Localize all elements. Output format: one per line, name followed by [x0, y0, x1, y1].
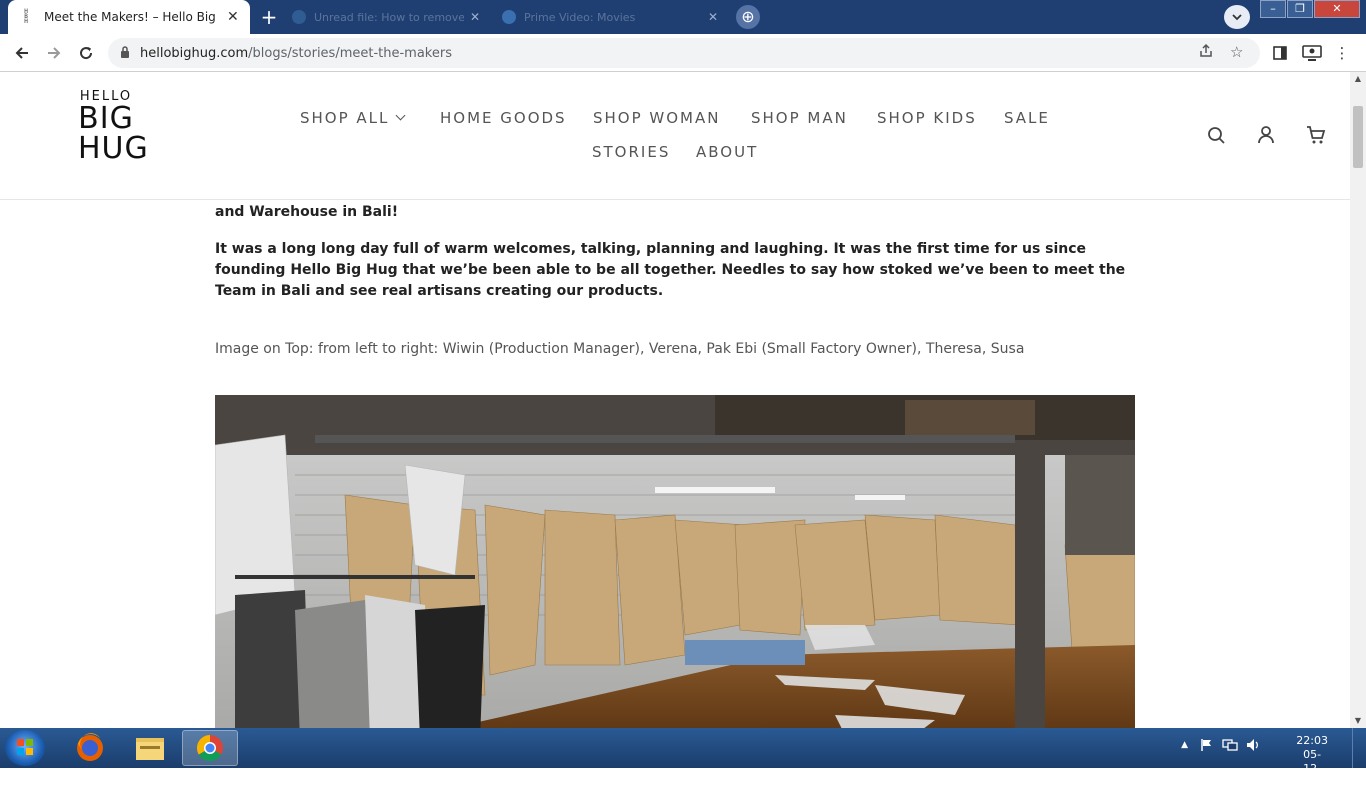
logo-line-3: HUG — [78, 131, 149, 166]
show-desktop-button[interactable] — [1352, 728, 1366, 768]
tab-favicon-icon — [292, 10, 306, 24]
nav-item-sale[interactable]: SALE — [1004, 109, 1050, 127]
cart-icon[interactable] — [1305, 124, 1329, 148]
share-icon[interactable] — [1198, 43, 1214, 63]
image-caption: Image on Top: from left to right: Wiwin … — [215, 341, 1025, 357]
tab-title: Unread file: How to remove fast... — [314, 10, 464, 24]
workshop-photo — [215, 395, 1135, 728]
account-icon[interactable] — [1255, 124, 1279, 148]
page-scrollbar[interactable]: ▲ ▼ — [1350, 72, 1366, 728]
clock-time: 22:03 — [1296, 734, 1328, 747]
tab-group-icon[interactable]: ⊕ — [736, 5, 760, 29]
nav-item-shop-woman[interactable]: SHOP WOMAN — [593, 109, 720, 127]
url-path: /blogs/stories/meet-the-makers — [248, 45, 452, 61]
scrollbar-thumb[interactable] — [1353, 106, 1363, 168]
nav-item-shop-all[interactable]: SHOP ALL — [300, 109, 406, 127]
tab-background-2[interactable]: Prime Video: Movies ✕ — [494, 4, 726, 30]
profile-icon[interactable] — [1300, 41, 1324, 65]
article-bold-line: and Warehouse in Bali! — [215, 204, 399, 220]
nav-item-about[interactable]: ABOUT — [696, 143, 758, 161]
volume-icon[interactable] — [1246, 738, 1262, 755]
url-text[interactable]: hellobighug.com/blogs/stories/meet-the-m… — [140, 46, 452, 61]
show-hidden-icons-icon[interactable]: ▲ — [1181, 740, 1188, 750]
site-header: HELLO BIG HUG SHOP ALL HOME GOODS SHOP W… — [0, 72, 1350, 200]
url-domain: hellobighug.com — [140, 45, 249, 61]
chevron-down-icon — [395, 110, 406, 121]
side-panel-icon[interactable] — [1268, 41, 1292, 65]
network-icon[interactable] — [1222, 738, 1238, 755]
nav-item-stories[interactable]: STORIES — [592, 143, 670, 161]
start-button[interactable] — [5, 730, 45, 766]
nav-item-shop-man[interactable]: SHOP MAN — [751, 109, 848, 127]
new-tab-button[interactable]: + — [256, 5, 282, 29]
reload-icon[interactable] — [74, 41, 98, 65]
close-window-button[interactable]: ✕ — [1314, 0, 1360, 18]
window-controls: – ❐ ✕ — [1259, 0, 1360, 18]
menu-kebab-icon[interactable]: ⋮ — [1330, 41, 1354, 65]
firefox-icon[interactable] — [62, 730, 118, 766]
site-logo[interactable]: HELLO BIG HUG — [78, 90, 149, 166]
forward-arrow-icon[interactable] — [42, 41, 66, 65]
chrome-icon[interactable] — [182, 730, 238, 766]
file-explorer-icon[interactable] — [122, 730, 178, 766]
close-tab-icon[interactable]: ✕ — [470, 10, 480, 24]
nav-label: SHOP ALL — [300, 109, 390, 127]
maximize-button[interactable]: ❐ — [1287, 0, 1313, 18]
close-tab-icon[interactable]: ✕ — [708, 10, 718, 24]
windows-logo-icon — [17, 739, 33, 755]
article-paragraph: It was a long long day full of warm welc… — [215, 241, 1126, 299]
site-favicon-icon: HBH — [24, 8, 28, 25]
close-tab-icon[interactable]: ✕ — [227, 9, 239, 25]
browser-tab-strip: HBH Meet the Makers! – Hello Big Hug ✕ +… — [0, 0, 1366, 34]
logo-line-2: BIG — [78, 101, 134, 136]
lock-icon[interactable] — [120, 45, 130, 61]
bookmark-star-icon[interactable]: ☆ — [1230, 43, 1243, 61]
tab-search-chevron-icon[interactable] — [1224, 5, 1250, 29]
tab-active[interactable]: HBH Meet the Makers! – Hello Big Hug ✕ — [8, 0, 250, 34]
tab-favicon-icon — [502, 10, 516, 24]
nav-item-home-goods[interactable]: HOME GOODS — [440, 109, 567, 127]
nav-item-shop-kids[interactable]: SHOP KIDS — [877, 109, 977, 127]
search-icon[interactable] — [1205, 124, 1229, 148]
windows-taskbar: ▲ 22:03 05-12-2022 — [0, 728, 1366, 789]
clock[interactable]: 22:03 05-12-2022 — [1296, 734, 1328, 790]
clock-date: 05-12-2022 — [1298, 748, 1327, 789]
minimize-button[interactable]: – — [1260, 0, 1286, 18]
action-center-flag-icon[interactable] — [1200, 738, 1214, 755]
browser-toolbar: hellobighug.com/blogs/stories/meet-the-m… — [0, 34, 1366, 72]
tab-background-1[interactable]: Unread file: How to remove fast... ✕ — [284, 4, 488, 30]
address-bar[interactable]: hellobighug.com/blogs/stories/meet-the-m… — [108, 38, 1260, 68]
tab-title: Prime Video: Movies — [524, 10, 636, 24]
page-viewport: HELLO BIG HUG SHOP ALL HOME GOODS SHOP W… — [0, 72, 1350, 728]
back-arrow-icon[interactable] — [10, 41, 34, 65]
scroll-up-icon[interactable]: ▲ — [1350, 72, 1366, 86]
tab-title: Meet the Makers! – Hello Big Hug — [44, 10, 219, 24]
scroll-down-icon[interactable]: ▼ — [1350, 714, 1366, 728]
